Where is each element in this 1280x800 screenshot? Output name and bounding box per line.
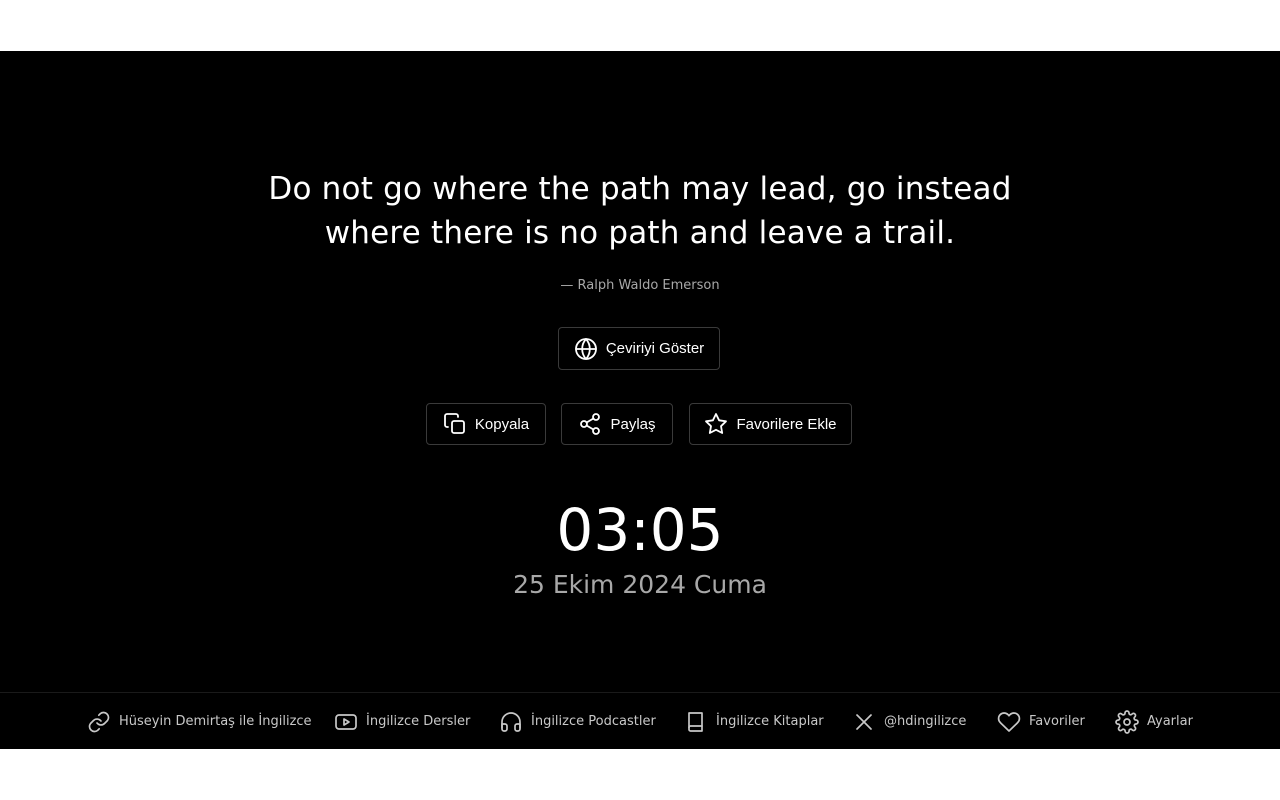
copy-icon xyxy=(443,413,465,434)
add-to-favorites-label: Favorilere Ekle xyxy=(736,415,837,433)
clock-date: 25 Ekim 2024 Cuma xyxy=(513,570,767,599)
footer-link-ayarlar[interactable]: Ayarlar xyxy=(1115,693,1193,750)
quote-line-1: Do not go where the path may lead, go in… xyxy=(268,171,1012,207)
footer-link-label: Hüseyin Demirtaş ile İngilizce xyxy=(119,714,312,729)
footer-link-label: İngilizce Podcastler xyxy=(531,714,656,729)
footer-link-ingilizce-kitaplar[interactable]: İngilizce Kitaplar xyxy=(684,693,824,750)
star-icon xyxy=(705,413,728,434)
footer-link-label: Ayarlar xyxy=(1147,714,1193,729)
show-translation-button[interactable]: Çeviriyi Göster xyxy=(558,327,720,370)
share-icon xyxy=(580,413,601,435)
globe-icon xyxy=(574,337,597,360)
footer-link-favoriler[interactable]: Favoriler xyxy=(997,693,1085,750)
show-translation-label: Çeviriyi Göster xyxy=(605,340,705,357)
share-button[interactable]: Paylaş xyxy=(561,403,673,445)
youtube-icon xyxy=(335,713,357,730)
quote-author: — Ralph Waldo Emerson xyxy=(560,278,720,293)
quote-line-2: where there is no path and leave a trail… xyxy=(324,215,956,251)
new-tab-page: Do not go where the path may lead, go in… xyxy=(0,51,1280,749)
link-icon xyxy=(88,711,110,732)
footer-link-huseyin-demirtas[interactable]: Hüseyin Demirtaş ile İngilizce xyxy=(87,693,312,750)
heart-icon xyxy=(997,711,1021,732)
headphones-icon xyxy=(501,711,521,732)
footer-link-label: İngilizce Dersler xyxy=(366,714,471,729)
x-icon xyxy=(856,713,872,730)
quote-text: Do not go where the path may lead, go in… xyxy=(0,167,1280,255)
clock-time: 03:05 xyxy=(556,496,724,564)
share-label: Paylaş xyxy=(610,415,656,433)
footer-link-ingilizce-podcastler[interactable]: İngilizce Podcastler xyxy=(499,693,656,750)
footer-bar: Hüseyin Demirtaş ile İngilizce İngilizce… xyxy=(0,692,1280,749)
footer-link-label: @hdingilizce xyxy=(884,714,967,729)
copy-button[interactable]: Kopyala xyxy=(426,403,546,445)
footer-link-label: İngilizce Kitaplar xyxy=(716,714,824,729)
book-icon xyxy=(688,711,703,732)
gear-icon xyxy=(1115,709,1139,734)
copy-label: Kopyala xyxy=(474,415,530,433)
footer-link-ingilizce-dersler[interactable]: İngilizce Dersler xyxy=(334,693,470,750)
add-to-favorites-button[interactable]: Favorilere Ekle xyxy=(689,403,852,445)
footer-link-label: Favoriler xyxy=(1029,714,1085,729)
footer-link-x-hdingilizce[interactable]: @hdingilizce xyxy=(852,693,966,750)
